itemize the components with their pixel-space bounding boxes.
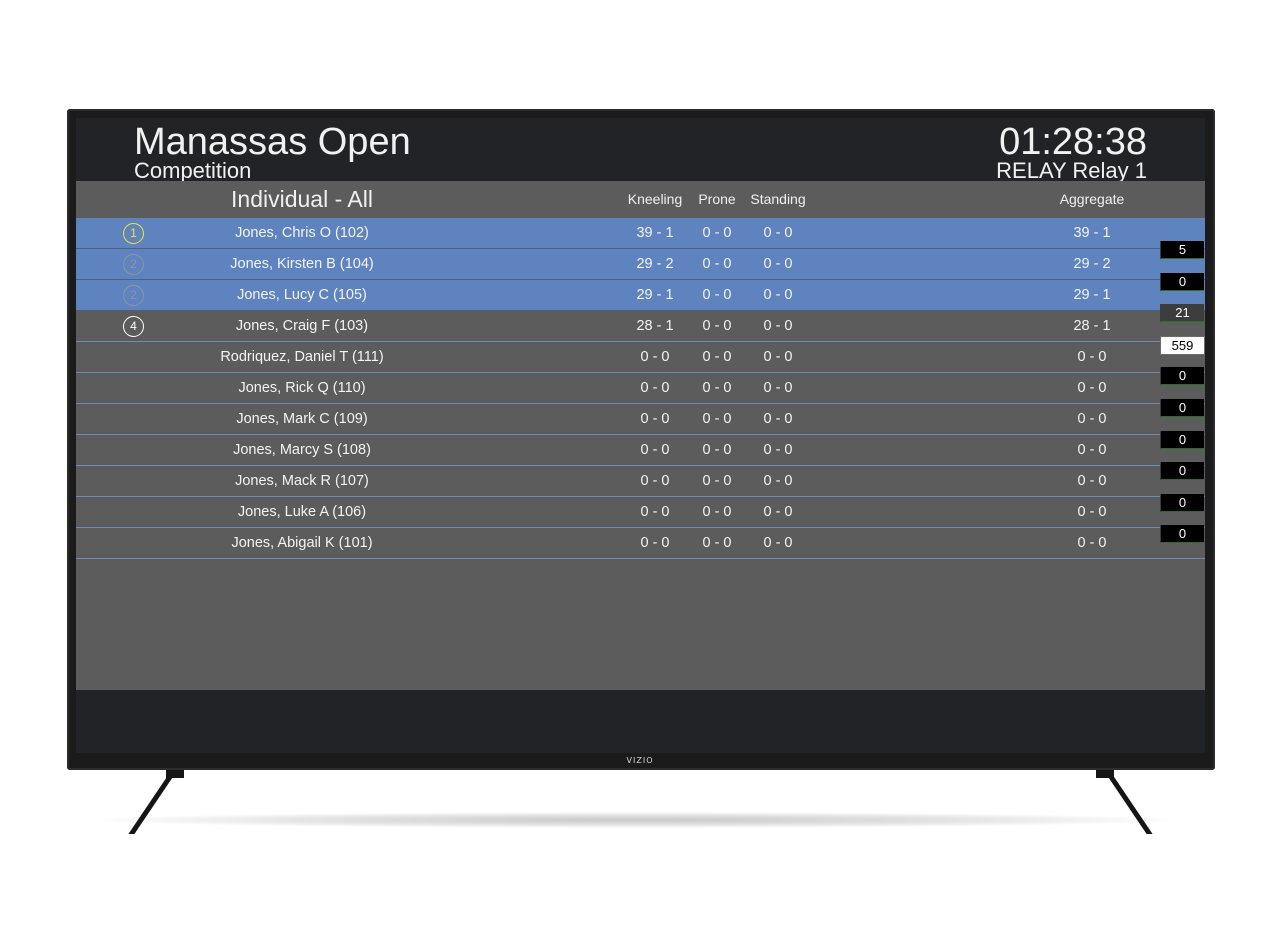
group-heading: Individual - All	[231, 186, 373, 212]
competitor-name: Jones, Chris O (102)	[235, 225, 369, 241]
tv-brand-logo: VIZIO	[626, 756, 654, 765]
tv-stand-leg-right	[1103, 770, 1153, 834]
standing-score: 0 - 0	[763, 225, 793, 241]
prone-score: 0 - 0	[702, 287, 732, 303]
side-value-box: 0	[1160, 493, 1204, 512]
kneeling-score: 29 - 2	[636, 256, 674, 272]
competitor-name: Jones, Mack R (107)	[235, 473, 369, 489]
table-row: 4 Jones, Craig F (103) 28 - 1 0 - 0 0 - 0 28 …	[76, 311, 1205, 342]
prone-score: 0 - 0	[702, 504, 732, 520]
rank-badge: 1	[123, 223, 144, 244]
table-row: Rodriquez, Daniel T (111) 0 - 0 0 - 0 0 - 0…	[76, 342, 1205, 373]
rank-badge: 4	[123, 316, 144, 337]
competitor-name: Jones, Mark C (109)	[236, 411, 368, 427]
aggregate-score: 39 - 1	[1073, 225, 1111, 241]
prone-score: 0 - 0	[702, 535, 732, 551]
standing-score: 0 - 0	[763, 535, 793, 551]
table-row: 2 Jones, Kirsten B (104) 29 - 2 0 - 0 0 - 0 2…	[76, 249, 1205, 280]
table-row: Jones, Rick Q (110) 0 - 0 0 - 0 0 - 0 0 - 0	[76, 373, 1205, 404]
competitor-name: Jones, Kirsten B (104)	[230, 256, 374, 272]
prone-score: 0 - 0	[702, 442, 732, 458]
prone-score: 0 - 0	[702, 473, 732, 489]
screen-footer-band	[76, 690, 1205, 753]
kneeling-score: 28 - 1	[636, 318, 674, 334]
table-row: Jones, Mack R (107) 0 - 0 0 - 0 0 - 0 0 - 0	[76, 466, 1205, 497]
table-row: Jones, Marcy S (108) 0 - 0 0 - 0 0 - 0 0 - 0	[76, 435, 1205, 466]
aggregate-score: 0 - 0	[1077, 349, 1107, 365]
aggregate-score: 0 - 0	[1077, 473, 1107, 489]
side-value-box: 0	[1160, 525, 1204, 544]
prone-score: 0 - 0	[702, 411, 732, 427]
side-value-box: 5	[1160, 241, 1204, 259]
side-value-box: 559	[1160, 335, 1205, 355]
standing-score: 0 - 0	[763, 411, 793, 427]
column-prone: Prone	[698, 191, 736, 207]
results-board: Individual - All Kneeling Prone Standing…	[76, 181, 1205, 690]
table-row: Jones, Luke A (106) 0 - 0 0 - 0 0 - 0 0 - 0	[76, 497, 1205, 528]
standing-score: 0 - 0	[763, 442, 793, 458]
prone-score: 0 - 0	[702, 256, 732, 272]
table-row: 2 Jones, Lucy C (105) 29 - 1 0 - 0 0 - 0 29 -…	[76, 280, 1205, 311]
tv-floor-shadow	[95, 812, 1175, 828]
standing-score: 0 - 0	[763, 256, 793, 272]
competitor-name: Jones, Craig F (103)	[235, 318, 369, 334]
aggregate-score: 28 - 1	[1073, 318, 1111, 334]
aggregate-score: 0 - 0	[1077, 411, 1107, 427]
standing-score: 0 - 0	[763, 318, 793, 334]
aggregate-score: 29 - 2	[1073, 256, 1111, 272]
aggregate-score: 0 - 0	[1077, 504, 1107, 520]
competitor-name: Jones, Marcy S (108)	[233, 442, 371, 458]
side-value-box: 0	[1160, 462, 1204, 481]
standing-score: 0 - 0	[763, 349, 793, 365]
competitor-name: Jones, Abigail K (101)	[231, 535, 373, 551]
competitor-name: Jones, Luke A (106)	[237, 504, 367, 520]
standing-score: 0 - 0	[763, 380, 793, 396]
tv-stand-brace-right	[1096, 770, 1114, 778]
rank-badge: 2	[123, 254, 144, 275]
aggregate-score: 0 - 0	[1077, 535, 1107, 551]
table-row: Jones, Mark C (109) 0 - 0 0 - 0 0 - 0 0 - 0	[76, 404, 1205, 435]
aggregate-score: 0 - 0	[1077, 380, 1107, 396]
kneeling-score: 0 - 0	[640, 535, 670, 551]
table-row: 1 Jones, Chris O (102) 39 - 1 0 - 0 0 - 0 39 …	[76, 218, 1205, 249]
kneeling-score: 0 - 0	[640, 349, 670, 365]
column-aggregate: Aggregate	[1059, 191, 1125, 207]
competitor-name: Rodriquez, Daniel T (111)	[220, 349, 384, 365]
kneeling-score: 0 - 0	[640, 504, 670, 520]
kneeling-score: 29 - 1	[636, 287, 674, 303]
tv-screen: Manassas Open Competition 01:28:38 RELAY…	[76, 118, 1205, 753]
standing-score: 0 - 0	[763, 473, 793, 489]
column-standing: Standing	[750, 191, 806, 207]
kneeling-score: 0 - 0	[640, 442, 670, 458]
table-row: Jones, Abigail K (101) 0 - 0 0 - 0 0 - 0 0 -…	[76, 528, 1205, 559]
side-value-box: 0	[1160, 272, 1204, 291]
column-kneeling: Kneeling	[627, 191, 683, 207]
aggregate-score: 29 - 1	[1073, 287, 1111, 303]
results-rows: 1 Jones, Chris O (102) 39 - 1 0 - 0 0 - 0 39 …	[76, 218, 1205, 559]
side-value-box: 0	[1160, 399, 1204, 417]
side-value-box: 0	[1160, 430, 1204, 449]
competitor-name: Jones, Rick Q (110)	[238, 380, 366, 396]
tv-stand-leg-left	[128, 770, 178, 834]
standing-score: 0 - 0	[763, 504, 793, 520]
rank-badge: 2	[123, 285, 144, 306]
prone-score: 0 - 0	[702, 318, 732, 334]
kneeling-score: 39 - 1	[636, 225, 674, 241]
kneeling-score: 0 - 0	[640, 380, 670, 396]
scoreboard-header: Manassas Open Competition 01:28:38 RELAY…	[76, 118, 1205, 183]
prone-score: 0 - 0	[702, 380, 732, 396]
kneeling-score: 0 - 0	[640, 473, 670, 489]
prone-score: 0 - 0	[702, 349, 732, 365]
kneeling-score: 0 - 0	[640, 411, 670, 427]
standing-score: 0 - 0	[763, 287, 793, 303]
tv-stand-brace-left	[166, 770, 184, 778]
competitor-name: Jones, Lucy C (105)	[237, 287, 367, 303]
aggregate-score: 0 - 0	[1077, 442, 1107, 458]
side-value-box: 21	[1160, 304, 1204, 323]
side-value-box: 0	[1160, 367, 1204, 386]
prone-score: 0 - 0	[702, 225, 732, 241]
